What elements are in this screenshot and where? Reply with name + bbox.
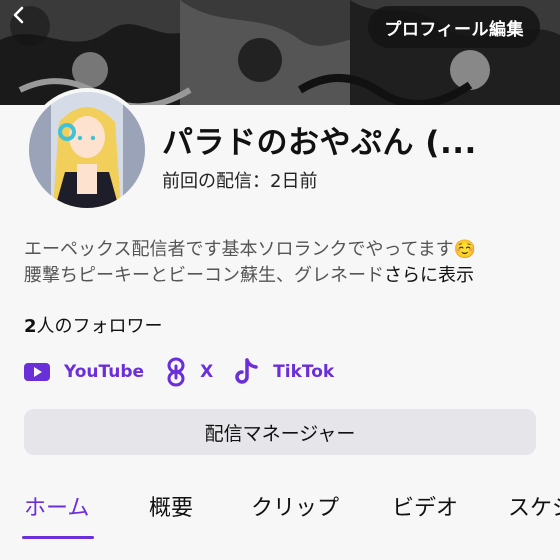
followers-number: 2 [24,316,37,337]
youtube-icon [24,363,50,381]
social-x[interactable]: X [166,357,213,387]
social-links: YouTube X TikTok [24,356,356,388]
active-tab-indicator [22,536,94,539]
tiktok-icon [235,358,258,384]
show-more-link[interactable]: さらに表示 [384,265,474,286]
chevron-left-icon [13,6,24,24]
social-youtube[interactable]: YouTube [24,362,144,382]
stream-manager-button[interactable]: 配信マネージャー [24,409,536,455]
tab-clips[interactable]: クリップ [251,490,339,522]
social-label: YouTube [64,362,145,382]
channel-name: パラドのおやぷん (... [162,125,477,161]
avatar-image [29,92,145,208]
edit-profile-button[interactable]: プロフィール編集 [368,6,540,48]
tab-about[interactable]: 概要 [149,490,193,522]
channel-bio: エーペックス配信者です基本ソロランクでやってます☺️ 腰撃ちピーキーとビーコン蘇… [24,237,544,289]
bio-line: エーペックス配信者です基本ソロランクでやってます☺️ [24,239,477,260]
tab-schedule[interactable]: スケジ [508,490,560,522]
avatar[interactable] [25,88,149,212]
bio-line: 腰撃ちピーキーとビーコン蘇生、グレネードさらに表示 [24,263,544,289]
tab-videos[interactable]: ビデオ [392,490,458,522]
social-label: TikTok [273,362,335,382]
social-tiktok[interactable]: TikTok [235,358,334,386]
back-button[interactable] [10,6,50,46]
tab-bar: ホーム 概要 クリップ ビデオ スケジ [0,478,560,539]
social-label: X [200,362,214,382]
link-icon [167,357,185,387]
last-stream-info: 前回の配信：2日前 [162,171,318,192]
followers-count[interactable]: 2人のフォロワー [24,312,163,338]
bio-text: 腰撃ちピーキーとビーコン蘇生、グレネード [24,265,384,286]
tab-home[interactable]: ホーム [24,490,89,522]
followers-label: 人のフォロワー [36,316,163,337]
